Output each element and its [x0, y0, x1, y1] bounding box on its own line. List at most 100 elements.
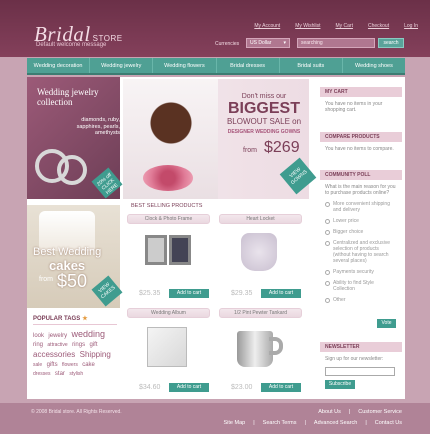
poll-option[interactable]: Other [325, 297, 397, 303]
radio-icon [325, 280, 330, 286]
add-to-cart-button[interactable]: Add to cart [169, 383, 209, 392]
poll-option[interactable]: Ability to find Style Collection [325, 280, 397, 292]
poll-option[interactable]: Bigger choice [325, 229, 397, 235]
popular-tags-heading: POPULAR TAGS ★ [33, 315, 117, 325]
my-cart-link[interactable]: My Cart [335, 23, 353, 29]
site-map-link[interactable]: Site Map [224, 420, 246, 426]
radio-icon [325, 269, 330, 275]
sale-price: $269 [264, 139, 300, 156]
radio-icon [325, 240, 330, 246]
newsletter-heading: NEWSLETTER [320, 342, 402, 352]
tag[interactable]: jewelry [48, 333, 67, 339]
contact-us-link[interactable]: Contact Us [375, 420, 402, 426]
add-to-cart-button[interactable]: Add to cart [261, 383, 301, 392]
ring-image [57, 155, 87, 185]
add-to-cart-button[interactable]: Add to cart [261, 289, 301, 298]
product-image[interactable] [219, 227, 302, 287]
product-name[interactable]: Wedding Album [127, 308, 210, 318]
newsletter-email-input[interactable] [325, 367, 395, 376]
radio-icon [325, 218, 330, 224]
top-links: My Account My Wishlist My Cart Checkout … [254, 23, 418, 29]
product-card: Heart Locket $29.35 Add to cart [219, 214, 302, 300]
my-cart-box: MY CART You have no items in your shoppi… [320, 87, 402, 117]
tag[interactable]: wedding [71, 329, 105, 339]
product-price: $25.35 [139, 290, 161, 297]
subscribe-button[interactable]: Subscribe [325, 380, 355, 389]
separator: | [348, 409, 351, 415]
jewelry-banner[interactable]: Wedding jewelry collection diamonds, rub… [27, 77, 123, 199]
compare-box: COMPARE PRODUCTS You have no items to co… [320, 132, 402, 156]
my-wishlist-link[interactable]: My Wishlist [295, 23, 320, 29]
nav-wedding-shoes[interactable]: Wedding shoes [343, 58, 405, 73]
poll-question: What is the main reason for you to purch… [325, 184, 396, 196]
tag[interactable]: flowers [62, 362, 78, 368]
tag[interactable]: Shipping [80, 350, 111, 359]
login-link[interactable]: Log In [404, 23, 418, 29]
footer-links-top: About Us | Customer Service [318, 409, 402, 415]
cake-image [39, 211, 95, 251]
poll-box: COMMUNITY POLL What is the main reason f… [320, 170, 402, 330]
tag[interactable]: look [33, 333, 44, 339]
sale-from: from [243, 147, 257, 154]
search-input[interactable]: searching [297, 38, 375, 48]
tag[interactable]: stylish [69, 371, 83, 377]
footer [0, 403, 430, 434]
tag[interactable]: star [55, 371, 65, 377]
tag[interactable]: gifts [47, 362, 58, 368]
tag[interactable]: cake [82, 362, 95, 368]
cakes-line1: Best Wedding [33, 246, 102, 258]
sale-line1: Don't miss our [241, 93, 287, 100]
product-card: Clock & Photo Frame $25.35 Add to cart [127, 214, 210, 300]
vote-button[interactable]: Vote [377, 319, 396, 328]
tag[interactable]: attractive [47, 342, 67, 348]
main-nav: Wedding decoration Wedding jewelry Weddi… [27, 58, 405, 75]
product-image[interactable] [219, 321, 302, 381]
product-price: $23.00 [231, 384, 253, 391]
tag[interactable]: ring [33, 342, 43, 348]
tag[interactable]: accessories [33, 350, 75, 359]
poll-option[interactable]: More convenient shipping and delivery [325, 201, 397, 213]
sale-line2: BIGGEST [227, 100, 300, 117]
view-cakes-badge[interactable]: VIEW CAKES [91, 275, 123, 307]
customer-service-link[interactable]: Customer Service [358, 409, 402, 415]
checkout-link[interactable]: Checkout [368, 23, 389, 29]
tag[interactable]: dresses [33, 371, 51, 377]
poll-option[interactable]: Lower price [325, 218, 397, 224]
cart-empty-text: You have no items in your shopping cart. [325, 101, 383, 113]
tag[interactable]: rings [72, 342, 85, 348]
advanced-search-link[interactable]: Advanced Search [314, 420, 357, 426]
product-card: 1/2 Pint Pewter Tankard $23.00 Add to ca… [219, 308, 302, 394]
product-name[interactable]: Heart Locket [219, 214, 302, 224]
popular-tags: POPULAR TAGS ★ look jewelry wedding ring … [33, 315, 117, 379]
nav-bridal-dresses[interactable]: Bridal dresses [217, 58, 280, 73]
poll-option[interactable]: Payments security [325, 269, 397, 275]
cakes-banner[interactable]: Best Wedding cakes from $50 VIEW CAKES [27, 205, 123, 308]
sale-line4: DESIGNER WEDDING GOWNS [227, 129, 301, 135]
product-name[interactable]: Clock & Photo Frame [127, 214, 210, 224]
separator: | [253, 420, 255, 426]
tag[interactable]: sale [33, 362, 42, 368]
search-button[interactable]: search [378, 38, 404, 48]
add-to-cart-button[interactable]: Add to cart [169, 289, 209, 298]
newsletter-body: Sign up for our newsletter: Subscribe [320, 352, 402, 393]
product-name[interactable]: 1/2 Pint Pewter Tankard [219, 308, 302, 318]
product-image[interactable] [127, 227, 210, 287]
cakes-price: $50 [57, 271, 88, 291]
poll-option[interactable]: Centralized and exclusive selection of p… [325, 240, 397, 264]
product-card: Wedding Album $34.60 Add to cart [127, 308, 210, 394]
nav-wedding-decoration[interactable]: Wedding decoration [27, 58, 91, 73]
my-account-link[interactable]: My Account [254, 23, 280, 29]
search-terms-link[interactable]: Search Terms [263, 420, 297, 426]
nav-wedding-flowers[interactable]: Wedding flowers [153, 58, 217, 73]
tag[interactable]: gift [90, 342, 98, 348]
sale-line3: BLOWOUT SALE on [226, 117, 302, 126]
jewelry-badge[interactable]: 20% off CLICK HERE [91, 167, 123, 199]
product-image[interactable] [127, 321, 210, 381]
nav-bridal-suits[interactable]: Bridal suits [280, 58, 343, 73]
currency-select[interactable]: US Dollar ▾ [246, 38, 290, 48]
nav-wedding-jewelry[interactable]: Wedding jewelry [90, 58, 154, 73]
sale-banner[interactable]: Don't miss our BIGGEST BLOWOUT SALE on D… [123, 79, 317, 199]
banner-title: Wedding jewelry collection [37, 87, 99, 107]
radio-icon [325, 229, 330, 235]
about-us-link[interactable]: About Us [318, 409, 341, 415]
